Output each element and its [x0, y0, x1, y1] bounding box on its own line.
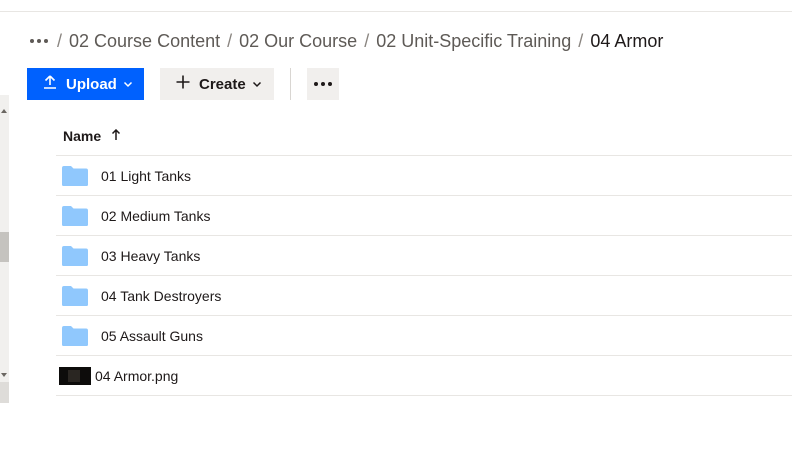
item-name[interactable]: 03 Heavy Tanks: [101, 248, 200, 264]
item-name[interactable]: 02 Medium Tanks: [101, 208, 210, 224]
list-item[interactable]: 05 Assault Guns: [56, 316, 792, 356]
breadcrumb-separator: /: [227, 30, 233, 51]
folder-icon: [62, 245, 88, 266]
left-scrollbar[interactable]: [0, 95, 9, 403]
breadcrumb: / 02 Course Content / 02 Our Course / 02…: [30, 30, 670, 52]
list-item[interactable]: 04 Tank Destroyers: [56, 276, 792, 316]
scrollbar-thumb[interactable]: [0, 232, 9, 262]
upload-button[interactable]: Upload: [27, 68, 144, 100]
chevron-down-icon: [123, 76, 133, 93]
upload-label: Upload: [66, 75, 117, 93]
list-item[interactable]: 02 Medium Tanks: [56, 196, 792, 236]
file-list: Name 01 Light Tanks 02 Medium Tanks 03 H…: [56, 116, 792, 396]
more-icon: [314, 82, 318, 86]
sort-ascending-icon[interactable]: [111, 128, 121, 144]
upload-icon: [42, 74, 58, 94]
create-label: Create: [199, 75, 246, 93]
more-actions-button[interactable]: [307, 68, 339, 100]
scroll-up-icon[interactable]: [1, 109, 7, 113]
breadcrumb-item[interactable]: 02 Course Content: [69, 31, 220, 52]
breadcrumb-current: 04 Armor: [590, 30, 664, 51]
breadcrumb-separator: /: [57, 30, 63, 51]
list-item[interactable]: 04 Armor.png: [56, 356, 792, 396]
breadcrumb-separator: /: [364, 30, 370, 51]
item-name[interactable]: 04 Armor.png: [95, 368, 178, 384]
create-button[interactable]: Create: [160, 68, 274, 100]
toolbar: Upload Create: [27, 68, 339, 100]
column-header-name[interactable]: Name: [56, 116, 792, 156]
item-name[interactable]: 04 Tank Destroyers: [101, 288, 221, 304]
item-name[interactable]: 01 Light Tanks: [101, 168, 191, 184]
breadcrumb-item[interactable]: 02 Our Course: [239, 31, 357, 52]
folder-icon: [62, 205, 88, 226]
chevron-down-icon: [252, 76, 262, 93]
breadcrumb-more-icon[interactable]: [30, 39, 48, 43]
list-item[interactable]: 03 Heavy Tanks: [56, 236, 792, 276]
plus-icon: [175, 74, 191, 94]
breadcrumb-separator: /: [578, 30, 584, 51]
column-name-label: Name: [63, 127, 102, 144]
folder-icon: [62, 165, 88, 186]
top-bar: [0, 0, 792, 12]
folder-icon: [62, 325, 88, 346]
scroll-down-icon[interactable]: [1, 373, 7, 377]
breadcrumb-item[interactable]: 02 Unit-Specific Training: [376, 31, 571, 52]
list-item[interactable]: 01 Light Tanks: [56, 156, 792, 196]
folder-icon: [62, 285, 88, 306]
scrollbar-track: [0, 382, 9, 403]
image-thumbnail: [59, 366, 91, 385]
toolbar-divider: [290, 68, 291, 100]
item-name[interactable]: 05 Assault Guns: [101, 328, 203, 344]
